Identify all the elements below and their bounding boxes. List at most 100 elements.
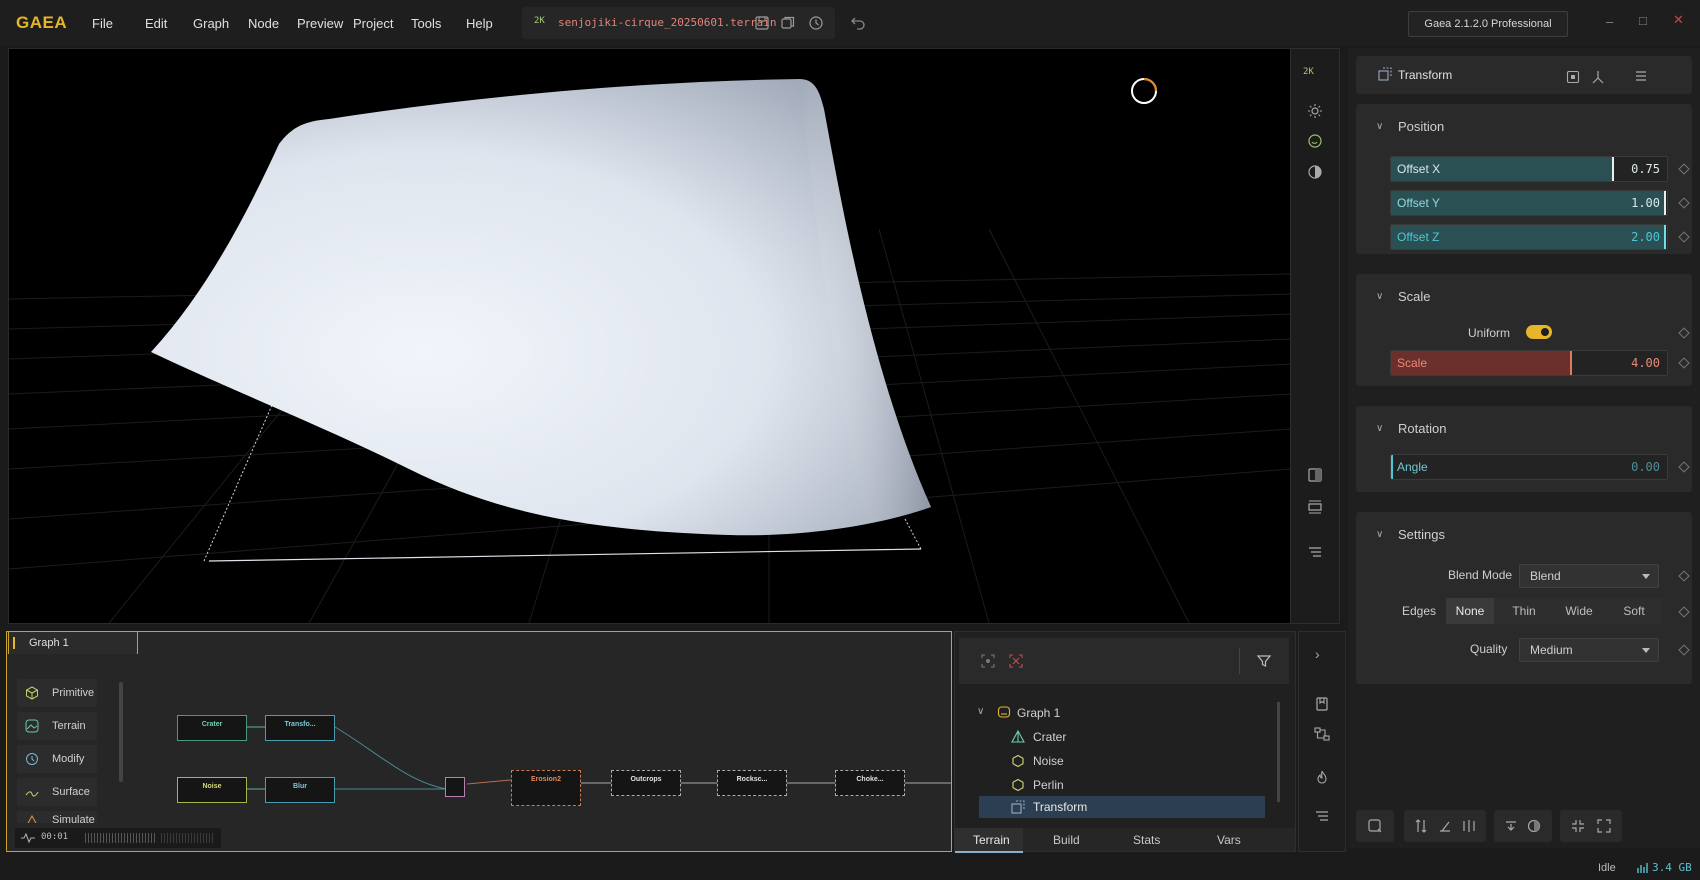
tree-item-perlin[interactable]: Perlin: [1033, 778, 1064, 792]
flip-icon[interactable]: [1414, 818, 1428, 834]
focus-icon[interactable]: [981, 654, 995, 668]
close-icon[interactable]: ✕: [1673, 12, 1684, 28]
menu-edit[interactable]: Edit: [145, 16, 167, 31]
sun-icon[interactable]: [1307, 103, 1323, 119]
blend-mode-dropdown[interactable]: Blend: [1519, 564, 1659, 588]
node-noise[interactable]: Noise: [177, 777, 247, 803]
node-transform[interactable]: Transfo...: [265, 715, 335, 741]
add-modifier-button[interactable]: [1356, 810, 1394, 842]
bookmark-icon[interactable]: [1314, 696, 1330, 712]
tab-stats[interactable]: Stats: [1133, 833, 1160, 847]
chevron-down-icon[interactable]: ∨: [1376, 121, 1383, 132]
keyframe-diamond-icon[interactable]: [1678, 461, 1690, 473]
save-icon[interactable]: [754, 15, 770, 31]
chevron-down-icon[interactable]: ∨: [977, 706, 984, 717]
scale-slider[interactable]: Scale 4.00: [1390, 350, 1668, 376]
collapse-icon[interactable]: [1570, 818, 1586, 834]
transform-tools-group: [1404, 810, 1486, 842]
chevron-down-icon[interactable]: ∨: [1376, 529, 1383, 540]
menu-help[interactable]: Help: [466, 16, 493, 31]
offset-y-slider[interactable]: Offset Y 1.00: [1390, 190, 1668, 216]
maximize-icon[interactable]: □: [1639, 13, 1647, 28]
skew-icon[interactable]: [1438, 818, 1452, 834]
viewport-menu-icon[interactable]: [1307, 544, 1323, 560]
menu-preview[interactable]: Preview: [297, 16, 343, 31]
node-erosion[interactable]: Erosion2: [511, 770, 581, 806]
duplicate-icon[interactable]: [780, 15, 796, 31]
split-view-icon[interactable]: [1307, 467, 1323, 483]
keyframe-diamond-icon[interactable]: [1678, 163, 1690, 175]
chevron-down-icon[interactable]: ∨: [1376, 423, 1383, 434]
keyframe-diamond-icon[interactable]: [1678, 197, 1690, 209]
expand-icon[interactable]: [1596, 818, 1612, 834]
file-name[interactable]: senjojiki-cirque_20250601.terrain: [558, 16, 777, 29]
menu-project[interactable]: Project: [353, 16, 393, 31]
edges-soft[interactable]: Soft: [1610, 598, 1658, 624]
offset-x-slider[interactable]: Offset X 0.75: [1390, 156, 1668, 182]
menu-tools[interactable]: Tools: [411, 16, 441, 31]
tab-build[interactable]: Build: [1053, 833, 1080, 847]
render-mode-icon[interactable]: [1307, 133, 1323, 149]
node-rockscape[interactable]: Rocksc...: [717, 770, 787, 796]
uniform-toggle[interactable]: [1526, 325, 1552, 339]
node-choke[interactable]: Choke...: [835, 770, 905, 796]
keyframe-diamond-icon[interactable]: [1678, 644, 1690, 656]
contrast-icon[interactable]: [1307, 164, 1323, 180]
mirror-icon[interactable]: [1462, 818, 1476, 834]
keyframe-diamond-icon[interactable]: [1678, 327, 1690, 339]
menu-file[interactable]: File: [92, 16, 113, 31]
node-blur[interactable]: Blur: [265, 777, 335, 803]
node-crater[interactable]: Crater: [177, 715, 247, 741]
keyframe-diamond-icon[interactable]: [1678, 231, 1690, 243]
chevron-down-icon[interactable]: ∨: [1376, 291, 1383, 302]
minimize-icon[interactable]: –: [1606, 14, 1613, 29]
viewport-resolution-badge[interactable]: 2K: [1303, 67, 1314, 77]
node-combine[interactable]: [445, 777, 465, 797]
tree-toolbar: [959, 638, 1289, 684]
position-title[interactable]: Position: [1398, 119, 1444, 134]
angle-slider[interactable]: Angle 0.00: [1390, 454, 1668, 480]
deselect-icon[interactable]: [1009, 654, 1023, 668]
filter-icon[interactable]: [1256, 653, 1272, 669]
menu-node[interactable]: Node: [248, 16, 279, 31]
pin-icon[interactable]: [1566, 70, 1580, 84]
node-outcrops[interactable]: Outcrops: [611, 770, 681, 796]
flame-icon[interactable]: [1314, 770, 1330, 786]
tree-item-crater[interactable]: Crater: [1033, 730, 1066, 744]
tab-graph-1[interactable]: Graph 1: [8, 631, 138, 654]
chevron-right-icon[interactable]: ›: [1315, 646, 1320, 662]
edges-thin[interactable]: Thin: [1500, 598, 1548, 624]
tree-scrollbar[interactable]: [1277, 702, 1280, 802]
settings-title[interactable]: Settings: [1398, 527, 1445, 542]
keyframe-diamond-icon[interactable]: [1678, 570, 1690, 582]
offset-z-slider[interactable]: Offset Z 2.00: [1390, 224, 1668, 250]
tab-terrain[interactable]: Terrain: [973, 833, 1010, 847]
node-title[interactable]: Transform: [1398, 68, 1452, 82]
rotation-title[interactable]: Rotation: [1398, 421, 1446, 436]
edges-wide[interactable]: Wide: [1554, 598, 1604, 624]
status-memory: 3.4 GB: [1652, 861, 1692, 874]
undo-icon[interactable]: [850, 14, 866, 30]
history-icon[interactable]: [808, 15, 824, 31]
bounds-icon[interactable]: [1307, 499, 1323, 515]
quality-dropdown[interactable]: Medium: [1519, 638, 1659, 662]
mask-icon[interactable]: [1526, 818, 1542, 834]
menu-graph[interactable]: Graph: [193, 16, 229, 31]
graph-canvas[interactable]: Primitive Terrain Modify Surface Simulat…: [6, 631, 952, 852]
tree-item-transform-row[interactable]: Transform: [979, 796, 1265, 818]
drop-icon[interactable]: [1504, 818, 1518, 834]
tree-root-graph-1[interactable]: Graph 1: [1017, 706, 1060, 720]
tab-vars[interactable]: Vars: [1217, 833, 1241, 847]
keyframe-diamond-icon[interactable]: [1678, 357, 1690, 369]
panel-menu-icon[interactable]: [1634, 69, 1648, 83]
scale-title[interactable]: Scale: [1398, 289, 1431, 304]
version-label[interactable]: Gaea 2.1.2.0 Professional: [1408, 11, 1568, 37]
tree-item-noise[interactable]: Noise: [1033, 754, 1064, 768]
node-tree-icon[interactable]: [1314, 726, 1330, 742]
edges-none[interactable]: None: [1446, 598, 1494, 624]
keyframe-diamond-icon[interactable]: [1678, 606, 1690, 618]
3d-viewport[interactable]: [8, 48, 1292, 624]
edges-label: Edges: [1402, 604, 1437, 618]
graph-menu-icon[interactable]: [1314, 808, 1330, 824]
axis-icon[interactable]: [1590, 69, 1606, 85]
